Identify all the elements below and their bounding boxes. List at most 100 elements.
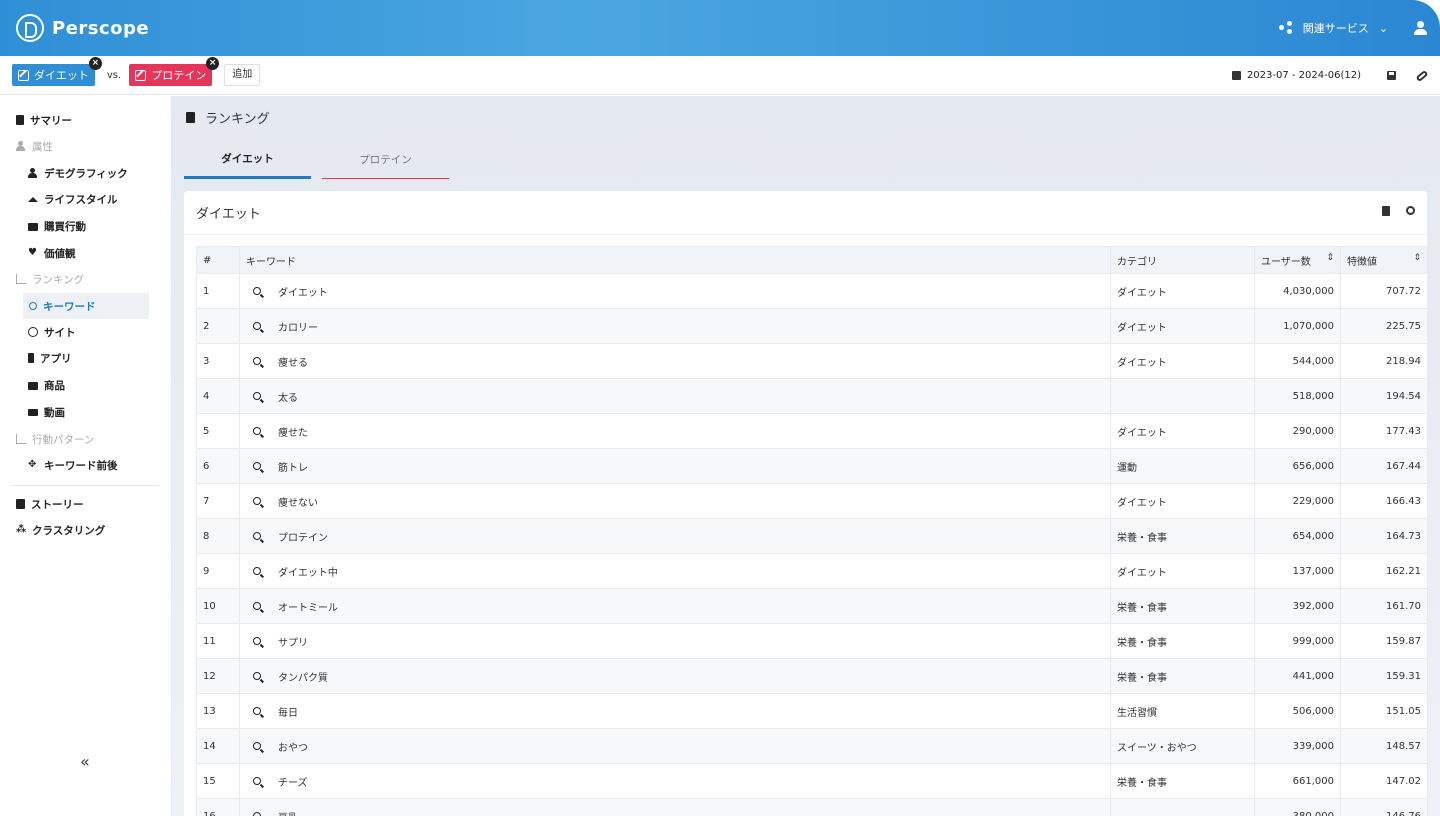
save-icon[interactable] xyxy=(1387,71,1396,80)
search-keyword-icon[interactable] xyxy=(246,490,268,512)
sidebar-item-site[interactable]: サイト xyxy=(28,322,76,342)
date-range[interactable]: 2023-07 - 2024-06(12) xyxy=(1247,70,1361,81)
close-icon[interactable]: × xyxy=(206,57,220,70)
search-keyword-icon[interactable] xyxy=(246,280,268,302)
tab-protein[interactable]: プロテイン xyxy=(322,141,449,179)
sort-icon[interactable]: ⇕ xyxy=(1326,253,1334,263)
export-file-icon[interactable] xyxy=(1382,206,1390,216)
segment-chip-2[interactable]: プロテイン × xyxy=(129,57,220,86)
sidebar-item-clustering[interactable]: ⁂ クラスタリング xyxy=(16,520,105,540)
table-row[interactable]: 2 カロリー ダイエット 1,070,000 225.75 xyxy=(196,308,1428,344)
column-header-feature[interactable]: 特徴値 ⇕ xyxy=(1340,246,1428,274)
keyword-text[interactable]: 痩せない xyxy=(278,494,318,509)
add-segment-button[interactable]: 追加 xyxy=(224,64,261,86)
search-keyword-icon[interactable] xyxy=(246,560,268,582)
search-keyword-icon[interactable] xyxy=(246,735,268,757)
sidebar-item-keyword[interactable]: キーワード xyxy=(23,293,149,319)
table-row[interactable]: 12 タンパク質 栄養・食事 441,000 159.31 xyxy=(196,658,1428,694)
zoom-search-icon[interactable] xyxy=(1406,206,1415,215)
users-cell: 441,000 xyxy=(1254,658,1341,694)
search-keyword-icon[interactable] xyxy=(246,700,268,722)
close-icon[interactable]: × xyxy=(88,57,102,70)
table-row[interactable]: 13 毎日 生活習慣 506,000 151.05 xyxy=(196,693,1428,729)
users-cell: 999,000 xyxy=(1254,623,1341,659)
search-keyword-icon[interactable] xyxy=(246,420,268,442)
keyword-cell: ダイエット xyxy=(239,273,1111,309)
keyword-text[interactable]: チーズ xyxy=(278,774,308,789)
sidebar-item-product[interactable]: 商品 xyxy=(28,375,65,395)
table-row[interactable]: 4 太る 518,000 194.54 xyxy=(196,378,1428,414)
keyword-text[interactable]: 豆乳 xyxy=(278,809,298,816)
keyword-text[interactable]: ダイエット中 xyxy=(278,564,338,579)
search-keyword-icon[interactable] xyxy=(246,350,268,372)
sidebar-item-summary[interactable]: サマリー xyxy=(16,110,72,130)
keyword-text[interactable]: 痩せる xyxy=(278,354,308,369)
table-row[interactable]: 10 オートミール 栄養・食事 392,000 161.70 xyxy=(196,588,1428,624)
rank-cell: 8 xyxy=(196,518,240,554)
keyword-text[interactable]: 痩せた xyxy=(278,424,308,439)
rank-cell: 15 xyxy=(196,763,240,799)
keyword-text[interactable]: 筋トレ xyxy=(278,459,308,474)
search-keyword-icon[interactable] xyxy=(246,385,268,407)
table-row[interactable]: 5 痩せた ダイエット 290,000 177.43 xyxy=(196,413,1428,449)
table-row[interactable]: 11 サプリ 栄養・食事 999,000 159.87 xyxy=(196,623,1428,659)
chevron-down-icon[interactable]: ⌄ xyxy=(1379,22,1388,35)
related-services-menu[interactable]: 関連サービス xyxy=(1303,20,1369,36)
search-keyword-icon[interactable] xyxy=(246,525,268,547)
segment-chip-label: プロテイン xyxy=(151,69,207,82)
sidebar-item-purchase[interactable]: 購買行動 xyxy=(28,216,86,236)
segment-chip-1[interactable]: ダイエット × xyxy=(12,57,102,86)
keyword-text[interactable]: サプリ xyxy=(278,634,308,649)
keyword-text[interactable]: プロテイン xyxy=(278,529,328,544)
sidebar-item-lifestyle[interactable]: ライフスタイル xyxy=(28,189,118,209)
table-row[interactable]: 9 ダイエット中 ダイエット 137,000 162.21 xyxy=(196,553,1428,589)
edit-icon[interactable] xyxy=(18,69,29,81)
search-keyword-icon[interactable] xyxy=(246,770,268,792)
table-row[interactable]: 7 痩せない ダイエット 229,000 166.43 xyxy=(196,483,1428,519)
user-icon[interactable] xyxy=(1414,21,1428,35)
keyword-text[interactable]: ダイエット xyxy=(278,284,328,299)
search-keyword-icon[interactable] xyxy=(246,665,268,687)
table-row[interactable]: 3 痩せる ダイエット 544,000 218.94 xyxy=(196,343,1428,379)
table-row[interactable]: 15 チーズ 栄養・食事 661,000 147.02 xyxy=(196,763,1428,799)
share-icon[interactable] xyxy=(1278,21,1293,35)
users-cell: 380,000 xyxy=(1254,798,1341,816)
search-keyword-icon[interactable] xyxy=(246,630,268,652)
page-title-text: ランキング xyxy=(205,112,270,127)
rank-cell: 3 xyxy=(196,343,240,379)
search-keyword-icon[interactable] xyxy=(246,595,268,617)
sidebar-item-label: クラスタリング xyxy=(32,524,106,537)
search-keyword-icon[interactable] xyxy=(246,455,268,477)
search-keyword-icon[interactable] xyxy=(246,315,268,337)
table-row[interactable]: 1 ダイエット ダイエット 4,030,000 707.72 xyxy=(196,273,1428,309)
keyword-text[interactable]: 毎日 xyxy=(278,704,298,719)
table-row[interactable]: 16 豆乳 380,000146.76 xyxy=(196,798,1428,816)
app-name[interactable]: Perscope xyxy=(52,18,149,39)
sidebar-item-keyword-around[interactable]: ✥ キーワード前後 xyxy=(28,455,118,475)
table-row[interactable]: 14 おやつ スイーツ・おやつ 339,000 148.57 xyxy=(196,728,1428,764)
sidebar-item-story[interactable]: ストーリー xyxy=(16,494,84,514)
sidebar: サマリー 属性 デモグラフィック ライフスタイル 購買行動 ♥ 価値観 ランキング… xyxy=(0,96,172,816)
edit-icon[interactable] xyxy=(135,69,147,81)
perscope-logo-icon[interactable] xyxy=(16,14,44,42)
app-header: Perscope 関連サービス ⌄ xyxy=(0,0,1440,56)
sidebar-item-label: ストーリー xyxy=(31,498,84,511)
sidebar-item-values[interactable]: ♥ 価値観 xyxy=(28,243,76,263)
tab-diet[interactable]: ダイエット xyxy=(184,141,311,179)
calendar-icon[interactable] xyxy=(1231,71,1241,80)
sidebar-item-video[interactable]: 動画 xyxy=(28,402,65,422)
keyword-text[interactable]: カロリー xyxy=(278,319,318,334)
keyword-text[interactable]: オートミール xyxy=(278,599,338,614)
column-header-users[interactable]: ユーザー数 ⇕ xyxy=(1254,246,1341,274)
sidebar-item-demographic[interactable]: デモグラフィック xyxy=(28,163,128,183)
sort-icon[interactable]: ⇕ xyxy=(1413,253,1421,263)
keyword-text[interactable]: タンパク質 xyxy=(278,669,328,684)
table-row[interactable]: 8 プロテイン 栄養・食事 654,000 164.73 xyxy=(196,518,1428,554)
link-icon[interactable] xyxy=(1415,69,1429,82)
search-keyword-icon[interactable] xyxy=(246,805,268,816)
keyword-text[interactable]: 太る xyxy=(278,389,298,404)
table-row[interactable]: 6 筋トレ 運動 656,000 167.44 xyxy=(196,448,1428,484)
keyword-text[interactable]: おやつ xyxy=(278,739,308,754)
collapse-sidebar-icon[interactable]: « xyxy=(80,752,90,771)
sidebar-item-app[interactable]: アプリ xyxy=(28,348,72,368)
